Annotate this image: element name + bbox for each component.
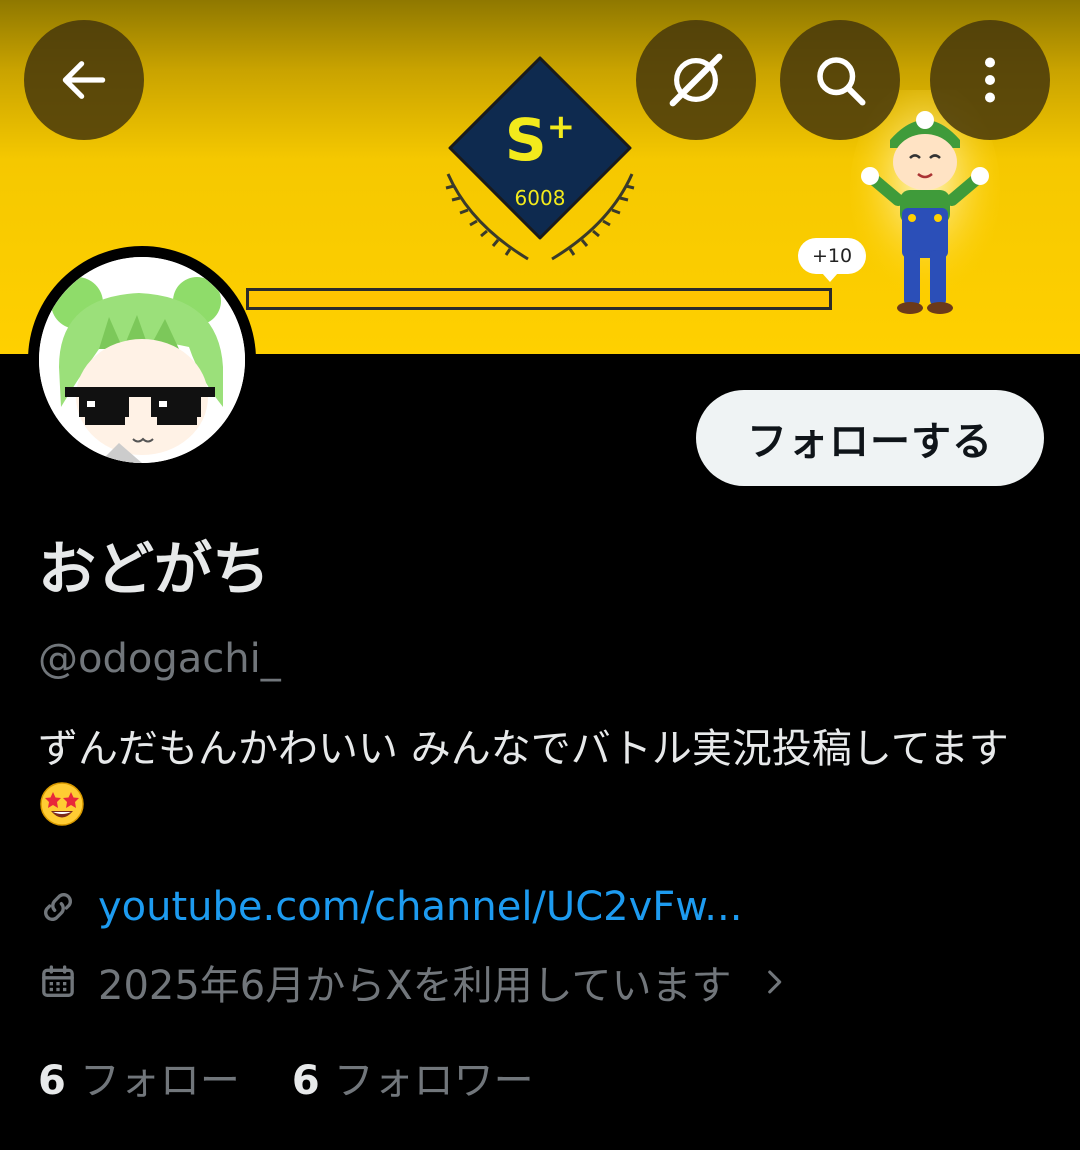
rank-badge: S+ 6008 bbox=[440, 54, 640, 264]
rank-label: S+ bbox=[440, 106, 640, 174]
bio-text: ずんだもんかわいい みんなでバトル実況投稿してます bbox=[38, 726, 1009, 772]
link-icon bbox=[44, 893, 72, 921]
back-button[interactable] bbox=[24, 20, 144, 140]
profile-page: S+ 6008 +10 フォローする おどがち @odogachi_ ずんだもん… bbox=[0, 0, 1080, 1150]
grok-button[interactable] bbox=[636, 20, 756, 140]
avatar-illustration bbox=[39, 257, 245, 463]
followers-label: フォロワー bbox=[333, 1058, 534, 1104]
arrow-left-icon bbox=[62, 61, 106, 99]
follow-button[interactable]: フォローする bbox=[696, 390, 1044, 486]
grok-icon bbox=[669, 53, 723, 107]
search-button[interactable] bbox=[780, 20, 900, 140]
rank-progress-bar bbox=[246, 288, 832, 310]
followers-count: 6 bbox=[291, 1058, 320, 1104]
chevron-right-icon bbox=[768, 970, 782, 994]
calendar-icon bbox=[42, 965, 74, 997]
rank-score: 6008 bbox=[514, 186, 566, 210]
more-options-button[interactable] bbox=[930, 20, 1050, 140]
following-label: フォロー bbox=[79, 1058, 240, 1104]
profile-link-row[interactable]: youtube.com/channel/UC2vFw... bbox=[38, 880, 742, 934]
following-link[interactable]: 6 フォロー bbox=[38, 1048, 240, 1106]
joined-date-row[interactable]: 2025年6月からXを利用しています bbox=[38, 954, 791, 1010]
rank-plus: + bbox=[546, 107, 576, 147]
followers-link[interactable]: 6 フォロワー bbox=[292, 1048, 534, 1106]
follow-stats: 6 フォロー 6 フォロワー bbox=[38, 1050, 534, 1104]
bio: ずんだもんかわいい みんなでバトル実況投稿してます bbox=[38, 720, 1048, 844]
display-name: おどがち bbox=[38, 535, 271, 603]
star-struck-emoji bbox=[38, 780, 86, 844]
rank-letter: S bbox=[504, 106, 547, 174]
following-count: 6 bbox=[38, 1058, 66, 1104]
user-handle: @odogachi_ bbox=[38, 636, 281, 682]
joined-date-text: 2025年6月からXを利用しています bbox=[98, 963, 732, 1009]
avatar[interactable] bbox=[28, 246, 256, 474]
profile-link[interactable]: youtube.com/channel/UC2vFw... bbox=[98, 884, 742, 930]
avatar-image bbox=[39, 257, 245, 463]
search-icon bbox=[817, 57, 866, 106]
more-vertical-icon bbox=[985, 57, 995, 103]
